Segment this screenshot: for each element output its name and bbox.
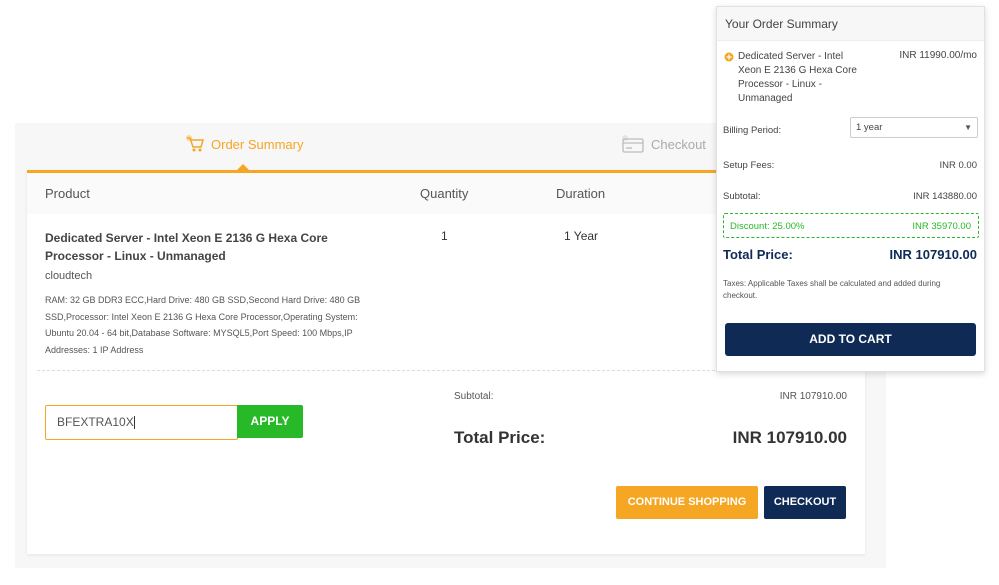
- promo-code-value: BFEXTRA10X: [57, 415, 134, 429]
- discount-box: Discount: 25.00% INR 35970.00: [723, 213, 979, 238]
- billing-period-select[interactable]: 1 year ▼: [850, 117, 978, 138]
- credit-card-icon: [622, 135, 644, 153]
- summary-item-price: INR 11990.00/mo: [899, 50, 977, 61]
- subtotal-label: Subtotal:: [454, 391, 494, 402]
- billing-period-label: Billing Period:: [723, 125, 782, 136]
- header-quantity: Quantity: [420, 186, 469, 201]
- summary-title: Your Order Summary: [717, 7, 984, 41]
- step-checkout-label: Checkout: [651, 136, 706, 152]
- caret-down-icon: ▼: [964, 123, 972, 132]
- step-order-summary[interactable]: Order Summary: [185, 134, 303, 154]
- setup-fees-value: INR 0.00: [939, 160, 978, 171]
- taxes-note: Taxes: Applicable Taxes shall be calcula…: [723, 279, 941, 300]
- summary-total-value: INR 107910.00: [889, 247, 977, 262]
- product-title: Dedicated Server - Intel Xeon E 2136 G H…: [45, 231, 328, 263]
- continue-shopping-button[interactable]: CONTINUE SHOPPING: [616, 486, 758, 519]
- header-duration: Duration: [556, 186, 606, 201]
- discount-value: INR 35970.00: [912, 221, 971, 232]
- total-price-label: Total Price:: [454, 428, 546, 447]
- apply-button[interactable]: APPLY: [237, 405, 303, 438]
- order-summary-panel: Your Order Summary Dedicated Server - In…: [716, 6, 985, 372]
- summary-total-label: Total Price:: [723, 247, 793, 262]
- cart-icon: [186, 135, 204, 152]
- product-duration: 1 Year: [564, 229, 599, 243]
- add-to-cart-button[interactable]: ADD TO CART: [725, 323, 976, 356]
- summary-subtotal-label: Subtotal:: [723, 191, 761, 202]
- step-checkout[interactable]: Checkout: [621, 134, 706, 154]
- promo-code-input[interactable]: BFEXTRA10X: [45, 405, 238, 440]
- product-vendor: cloudtech: [45, 270, 93, 282]
- checkout-button[interactable]: CHECKOUT: [764, 486, 846, 519]
- billing-period-value: 1 year: [856, 122, 883, 133]
- plus-circle-icon[interactable]: [724, 52, 734, 62]
- subtotal-value: INR 107910.00: [779, 391, 847, 402]
- summary-item-name: Dedicated Server - Intel Xeon E 2136 G H…: [738, 51, 857, 104]
- discount-label: Discount: 25.00%: [730, 221, 805, 232]
- text-caret: [133, 416, 135, 430]
- setup-fees-label: Setup Fees:: [723, 160, 775, 171]
- header-product: Product: [45, 186, 90, 201]
- step-order-summary-label: Order Summary: [211, 136, 304, 152]
- summary-subtotal-value: INR 143880.00: [913, 191, 977, 202]
- total-price-value: INR 107910.00: [732, 428, 847, 447]
- product-description: RAM: 32 GB DDR3 ECC,Hard Drive: 480 GB S…: [45, 295, 361, 355]
- product-quantity: 1: [441, 229, 448, 243]
